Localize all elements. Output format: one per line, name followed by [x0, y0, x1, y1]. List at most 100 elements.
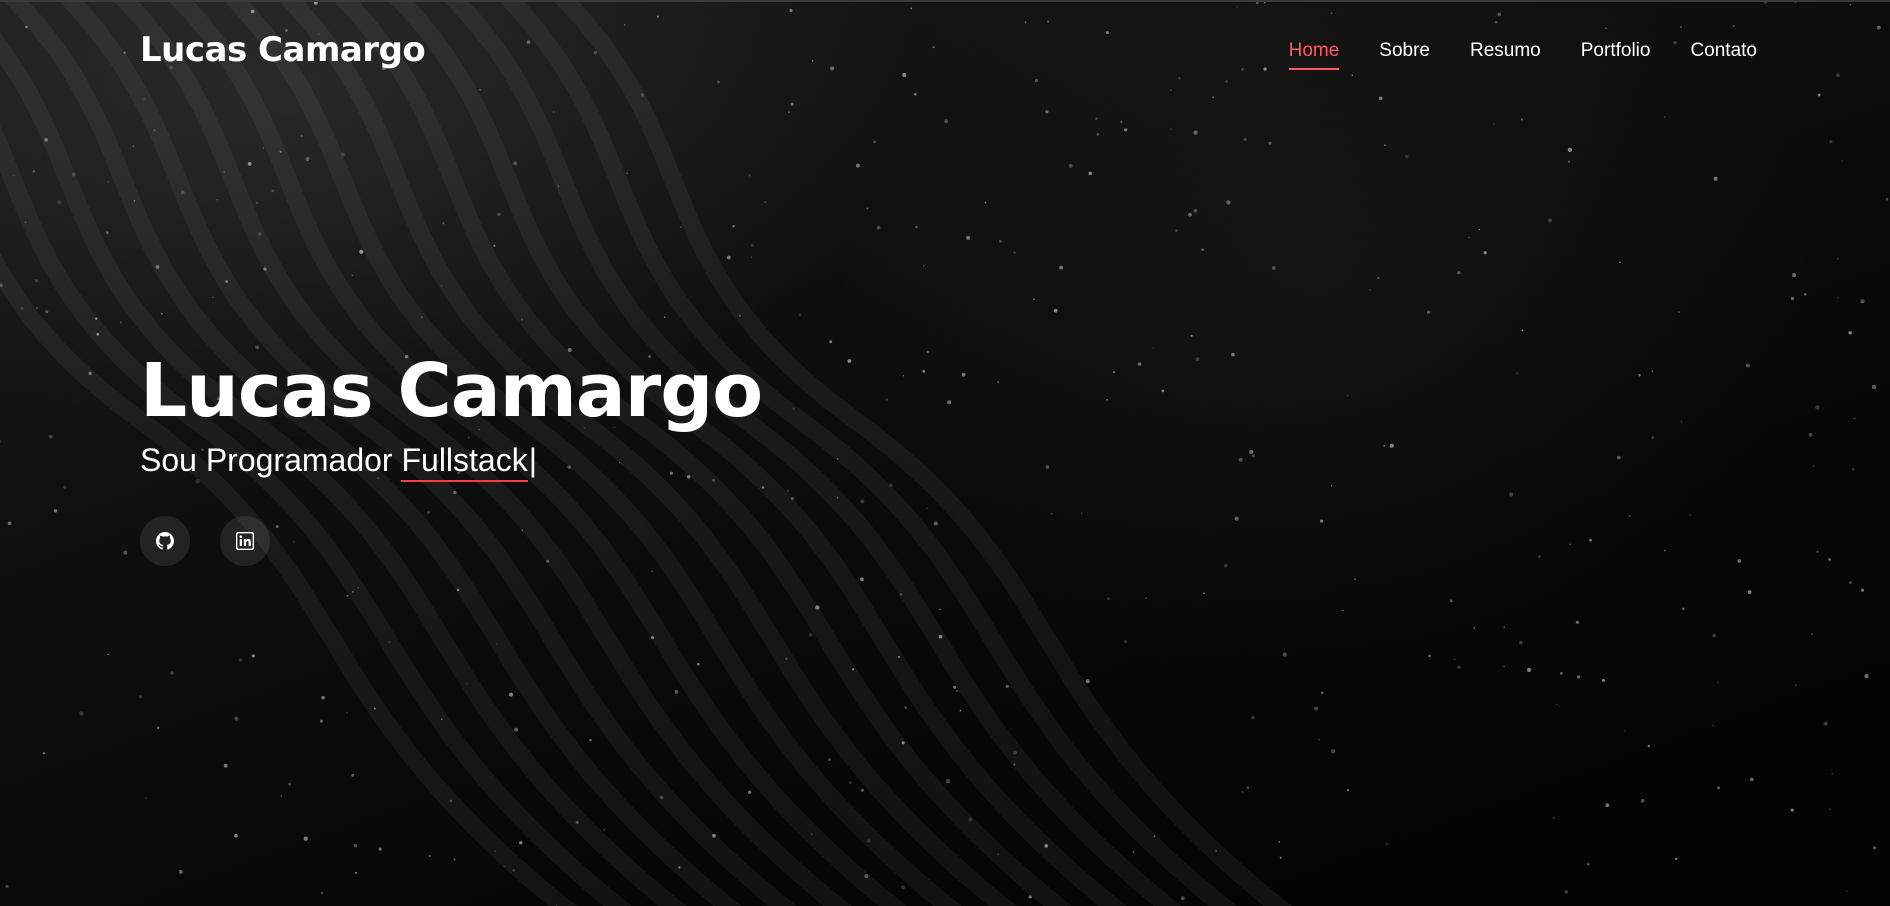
sand-speck [449, 799, 453, 803]
sand-speck [1226, 200, 1231, 205]
sand-speck [20, 306, 24, 310]
sand-speck [732, 225, 735, 228]
sand-speck [847, 359, 852, 363]
linkedin-button[interactable] [220, 516, 270, 566]
sand-speck [885, 398, 889, 401]
sand-speck [697, 662, 700, 666]
sand-speck [953, 685, 957, 689]
sand-speck [901, 885, 906, 890]
sand-speck [153, 129, 156, 132]
sand-speck [279, 150, 282, 153]
sand-speck [212, 296, 214, 299]
sand-speck [828, 758, 831, 761]
sand-speck [1816, 550, 1819, 554]
sand-speck [1503, 626, 1506, 629]
sand-speck [750, 256, 753, 258]
sand-speck [1638, 373, 1641, 377]
nav-item-sobre[interactable]: Sobre [1379, 40, 1430, 70]
sand-speck [303, 836, 308, 841]
sand-speck [420, 316, 423, 319]
sand-speck [1601, 678, 1605, 682]
sand-speck [1314, 706, 1319, 711]
sand-speck [1369, 289, 1371, 291]
sand-speck [1188, 212, 1192, 217]
hero-page: Lucas Camargo Home Sobre Resumo Portfoli… [0, 0, 1890, 906]
sand-speck [63, 485, 67, 489]
nav-item-home[interactable]: Home [1288, 40, 1339, 70]
github-button[interactable] [140, 516, 190, 566]
sand-speck [1493, 122, 1495, 125]
sand-speck [786, 489, 789, 492]
sand-speck [1081, 512, 1083, 514]
sand-speck [225, 280, 228, 283]
sand-speck [1790, 808, 1794, 812]
sand-speck [926, 350, 929, 354]
sand-speck [1268, 141, 1272, 145]
sand-speck [1823, 721, 1828, 726]
sand-speck [57, 200, 62, 205]
sand-speck [1161, 389, 1165, 393]
sand-speck [1251, 715, 1255, 720]
sand-speck [351, 590, 354, 593]
sand-speck [1792, 273, 1797, 278]
sand-speck [45, 310, 49, 314]
sand-speck [674, 690, 679, 694]
sand-speck [1033, 298, 1035, 301]
sand-speck [1664, 549, 1666, 552]
sand-speck [1170, 128, 1172, 130]
sand-speck [170, 671, 174, 675]
sand-speck [1836, 297, 1839, 299]
nav-item-resumo[interactable]: Resumo [1470, 40, 1541, 70]
sand-speck [938, 608, 941, 611]
sand-speck [255, 201, 259, 205]
sand-speck [901, 741, 905, 745]
sand-speck [178, 869, 183, 874]
sand-speck [815, 605, 820, 610]
sand-speck [1405, 154, 1409, 159]
sand-speck [1682, 607, 1685, 610]
sand-speck [1473, 626, 1476, 629]
sand-speck [1279, 856, 1282, 859]
sand-speck [1195, 357, 1200, 362]
typed-word: Fullstack [401, 440, 528, 482]
sand-speck [712, 833, 716, 838]
sand-speck [785, 657, 788, 661]
sand-speck [904, 706, 907, 709]
sand-speck [1145, 597, 1147, 599]
sand-speck [1320, 691, 1324, 695]
sand-speck [5, 884, 9, 889]
sand-speck [1201, 248, 1204, 252]
sand-speck [351, 274, 353, 277]
sand-speck [829, 340, 833, 344]
sand-speck [1651, 435, 1655, 440]
sand-speck [36, 307, 38, 309]
sand-speck [96, 332, 100, 336]
nav-item-portfolio[interactable]: Portfolio [1581, 40, 1651, 70]
nav-item-contato[interactable]: Contato [1690, 40, 1757, 70]
sand-speck [860, 577, 864, 582]
sand-speck [1745, 363, 1750, 368]
sand-speck [651, 570, 653, 572]
sand-speck [1864, 674, 1869, 679]
sand-speck [138, 695, 142, 699]
sand-speck [1330, 749, 1336, 754]
sand-speck [1556, 703, 1558, 706]
sand-speck [133, 200, 136, 202]
sand-speck [1045, 110, 1049, 114]
sand-speck [679, 226, 682, 229]
sand-speck [271, 189, 275, 193]
sand-speck [810, 833, 813, 835]
sand-speck [1747, 590, 1752, 594]
hero-title: Lucas Camargo [140, 348, 763, 434]
hero-subtitle: Sou Programador Fullstack| [140, 440, 762, 482]
sand-speck [750, 243, 754, 247]
sand-speck [926, 507, 928, 509]
sand-speck [946, 779, 951, 784]
sand-speck [663, 316, 666, 318]
sand-speck [999, 239, 1002, 243]
sand-speck [898, 655, 901, 658]
sand-speck [1193, 130, 1198, 135]
sand-speck [1386, 843, 1388, 845]
logo-link[interactable]: Lucas Camargo [140, 30, 426, 70]
sand-speck [933, 521, 938, 526]
